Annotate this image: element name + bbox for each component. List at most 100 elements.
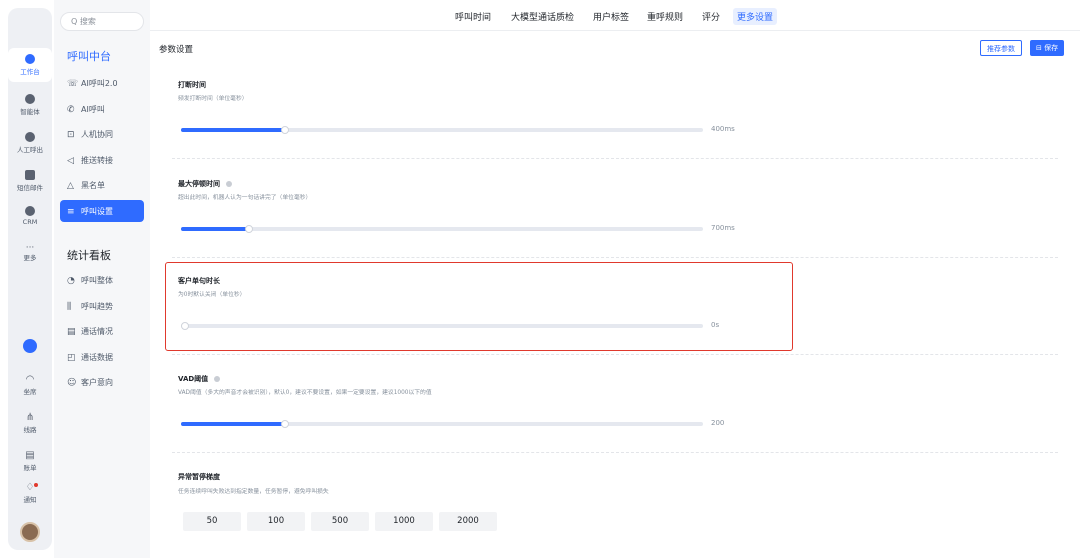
- tab[interactable]: 大模型通话质检: [507, 8, 578, 25]
- rail-item-call-out[interactable]: 人工呼出: [8, 132, 52, 154]
- setting-title: VAD阈值: [178, 374, 221, 384]
- nav-item[interactable]: ▤ 通话情况: [60, 320, 144, 342]
- nav-item-label: 推送转接: [81, 155, 113, 165]
- nav-item-label: 客户意向: [81, 378, 113, 387]
- nav-item[interactable]: ✆ AI呼叫: [60, 98, 144, 120]
- app-rail: 工作台 智能体 人工呼出 短信邮件 CRM ··· 更多 ◠ 坐席 ⋔ 线路 ▤…: [8, 8, 52, 550]
- nav-item-icon: ◔: [67, 276, 75, 286]
- nav-group-call-center: 呼叫中台: [67, 50, 111, 63]
- nav-item-label: 通话数据: [81, 352, 113, 362]
- rail-item-more[interactable]: ··· 更多: [8, 243, 52, 263]
- nav-item-icon: ◰: [67, 352, 76, 363]
- call-out-icon: [25, 132, 35, 142]
- nav-item-icon: ⫼: [67, 301, 72, 312]
- nav-item-icon: ✆: [67, 104, 75, 115]
- recommend-params-button[interactable]: 推荐参数: [980, 40, 1022, 56]
- nav-item-icon: ☏: [67, 79, 79, 89]
- bill-icon: ▤: [25, 450, 35, 461]
- rail-item-workbench[interactable]: 工作台: [8, 48, 52, 82]
- pause-option-button[interactable]: 100: [247, 512, 305, 531]
- save-button[interactable]: ⊟ 保存: [1030, 40, 1065, 56]
- rail-item-line[interactable]: ⋔ 线路: [8, 412, 52, 434]
- headset-icon: ◠: [25, 374, 35, 385]
- nav-item-label: 人机协同: [81, 130, 113, 139]
- rail-item-message[interactable]: 短信邮件: [8, 170, 52, 192]
- slider-fill: [181, 422, 286, 426]
- crm-icon: [25, 206, 35, 216]
- nav-item-label: 呼叫整体: [81, 276, 113, 285]
- tabs-divider: [150, 30, 1080, 31]
- pause-option-button[interactable]: 500: [311, 512, 369, 531]
- pause-title: 异常暂停梯度: [178, 473, 220, 481]
- slider-handle[interactable]: [244, 225, 253, 233]
- setting-title: 打断时间: [178, 81, 206, 89]
- pause-option-button[interactable]: 50: [183, 512, 241, 531]
- setting-value: 200: [711, 419, 725, 427]
- setting-value: 700ms: [711, 224, 735, 232]
- nav-item-label: 呼叫设置: [81, 206, 113, 216]
- help-icon[interactable]: [226, 181, 232, 187]
- pause-option-button[interactable]: 2000: [439, 512, 497, 531]
- tab[interactable]: 用户标签: [589, 8, 633, 25]
- nav-item[interactable]: ◔ 呼叫整体: [60, 269, 144, 291]
- section-divider: [172, 257, 1058, 258]
- setting-value: 400ms: [711, 125, 735, 133]
- nav-item[interactable]: ☏ AI呼叫2.0: [60, 72, 144, 94]
- message-icon: [25, 170, 35, 180]
- nav-item-icon: ◁: [67, 155, 74, 166]
- workbench-icon: [25, 54, 35, 64]
- slider-handle[interactable]: [281, 126, 290, 134]
- rail-item-notify[interactable]: ♢ 通知: [8, 482, 52, 504]
- help-icon[interactable]: [214, 376, 221, 382]
- tab[interactable]: 重呼规则: [643, 8, 687, 25]
- section-divider: [172, 452, 1058, 453]
- tab[interactable]: 更多设置: [733, 8, 778, 25]
- nav-item[interactable]: ◰ 通话数据: [60, 346, 144, 368]
- section-divider: [172, 354, 1058, 355]
- rail-item-agent[interactable]: 智能体: [8, 94, 52, 116]
- rail-item-crm[interactable]: CRM: [8, 206, 52, 226]
- slider-fill: [181, 227, 249, 231]
- agent-icon: [25, 94, 35, 104]
- avatar[interactable]: [20, 522, 40, 542]
- setting-desc: VAD阈值（多大的声音才会被识别），默认0，建议不要设置，如果一定要设置，建议1…: [178, 390, 432, 396]
- nav-item[interactable]: ≡ 呼叫设置: [60, 199, 144, 222]
- nav-item-label: 通话情况: [81, 327, 113, 336]
- section-divider: [172, 158, 1058, 159]
- nav-group-stats: 统计看板: [67, 249, 111, 262]
- more-icon: ···: [25, 243, 35, 253]
- nav-item-icon: ≡: [67, 206, 75, 217]
- tab[interactable]: 评分: [698, 8, 724, 25]
- nav-item-icon: ⊡: [67, 130, 75, 140]
- setting-title: 最大停顿时间: [178, 179, 232, 189]
- rail-item-seat[interactable]: ◠ 坐席: [8, 374, 52, 396]
- nav-item-label: 黑名单: [81, 181, 105, 190]
- nav-item[interactable]: ⊡ 人机协同: [60, 123, 144, 145]
- nav-item-icon: ▤: [67, 327, 76, 337]
- nav-item-label: 呼叫趋势: [81, 301, 113, 311]
- nav-item-label: AI呼叫: [81, 104, 105, 114]
- search-input[interactable]: Q 搜索: [60, 12, 144, 31]
- setting-desc: 频发打断时间（单位毫秒）: [178, 96, 248, 102]
- assistant-icon[interactable]: [23, 339, 37, 353]
- slider-fill: [181, 128, 286, 132]
- save-icon: ⊟: [1036, 44, 1045, 52]
- pause-desc: 任务连续呼叫失败达到指定数量，任务暂停，避免呼叫损失: [178, 489, 329, 495]
- setting-slider[interactable]: [181, 420, 703, 428]
- nav-item-icon: △: [67, 181, 74, 191]
- notify-dot: [34, 483, 38, 487]
- setting-desc: 超出此时间，机器人认为一句话讲完了（单位毫秒）: [178, 195, 312, 201]
- setting-slider[interactable]: [181, 126, 703, 134]
- slider-handle[interactable]: [281, 420, 290, 428]
- setting-slider[interactable]: [181, 225, 703, 233]
- nav-item[interactable]: ⫼ 呼叫趋势: [60, 295, 144, 317]
- line-icon: ⋔: [25, 412, 35, 423]
- nav-item[interactable]: △ 黑名单: [60, 174, 144, 196]
- rail-item-bill[interactable]: ▤ 账单: [8, 450, 52, 472]
- tab[interactable]: 呼叫时间: [451, 8, 495, 25]
- pause-option-button[interactable]: 1000: [375, 512, 433, 531]
- nav-item[interactable]: ☺ 客户意向: [60, 371, 144, 393]
- nav-item[interactable]: ◁ 推送转接: [60, 149, 144, 171]
- highlight-box: [165, 262, 793, 351]
- page-title: 参数设置: [159, 45, 194, 55]
